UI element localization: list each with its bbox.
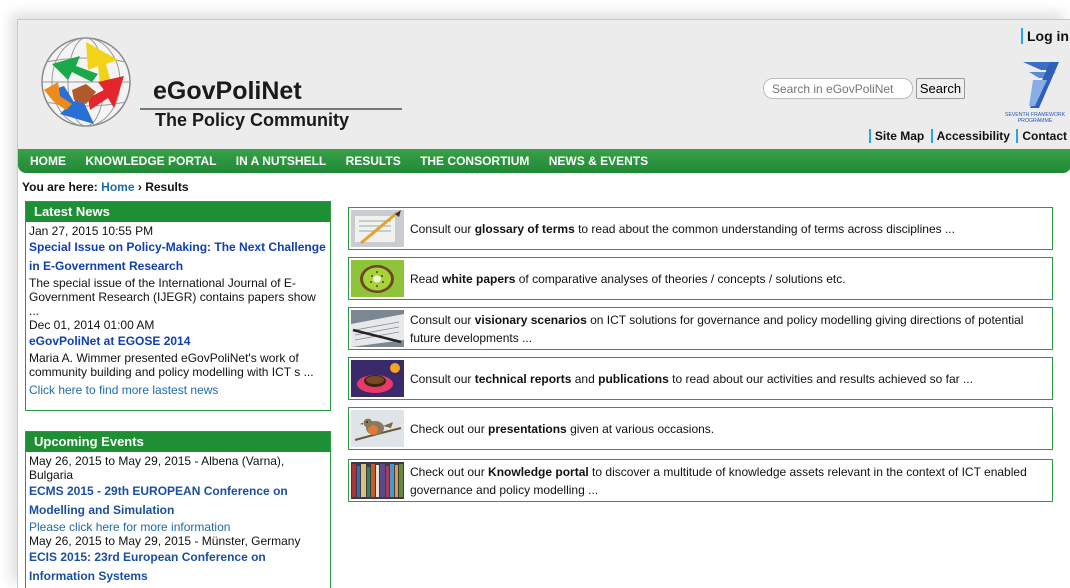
result-row-glossary[interactable]: Consult our glossary of terms to read ab… bbox=[348, 207, 1053, 250]
kiwi-thumb bbox=[351, 260, 404, 297]
latest-news-heading: Latest News bbox=[26, 202, 330, 222]
publications-link[interactable]: publications bbox=[598, 372, 669, 386]
event-title-link[interactable]: ECMS 2015 - 29th EUROPEAN Conference on … bbox=[29, 482, 327, 520]
site-header: eGovPoliNet The Policy Community Log in … bbox=[18, 20, 1070, 149]
latest-news-box: Latest News Jan 27, 2015 10:55 PM Specia… bbox=[25, 201, 331, 411]
result-text: Consult our technical reports and public… bbox=[410, 371, 973, 386]
event-title-link[interactable]: ECIS 2015: 23rd European Conference on I… bbox=[29, 548, 327, 586]
result-text: Consult our glossary of terms to read ab… bbox=[410, 221, 955, 236]
technical-reports-link[interactable]: technical reports bbox=[475, 372, 572, 386]
breadcrumb-prefix: You are here: bbox=[22, 180, 98, 194]
knowledge-portal-link[interactable]: Knowledge portal bbox=[488, 465, 589, 479]
news-text: Maria A. Wimmer presented eGovPoliNet's … bbox=[29, 351, 314, 379]
news-text: The special issue of the International J… bbox=[29, 276, 316, 318]
main-nav: HOME KNOWLEDGE PORTAL IN A NUTSHELL RESU… bbox=[18, 149, 1070, 173]
event-date-place: May 26, 2015 to May 29, 2015 - Münster, … bbox=[29, 534, 301, 548]
white-papers-link[interactable]: white papers bbox=[442, 272, 515, 286]
pen-paper-thumb bbox=[351, 310, 404, 347]
presentations-link[interactable]: presentations bbox=[488, 422, 567, 436]
result-text: Check out our Knowledge portal to discov… bbox=[410, 464, 1027, 497]
upcoming-events-box: Upcoming Events May 26, 2015 to May 29, … bbox=[25, 431, 331, 588]
coffee-thumb bbox=[351, 360, 404, 397]
glossary-link[interactable]: glossary of terms bbox=[475, 222, 575, 236]
breadcrumb: You are here: Home › Results bbox=[22, 180, 189, 194]
login-link[interactable]: Log in bbox=[1021, 28, 1069, 44]
nav-home[interactable]: HOME bbox=[30, 149, 66, 173]
result-row-scenarios[interactable]: Consult our visionary scenarios on ICT s… bbox=[348, 307, 1053, 350]
nav-in-a-nutshell[interactable]: IN A NUTSHELL bbox=[236, 149, 326, 173]
result-row-reports[interactable]: Consult our technical reports and public… bbox=[348, 357, 1053, 400]
utility-links: Site Map Accessibility Contact bbox=[866, 129, 1067, 143]
upcoming-events-body: May 26, 2015 to May 29, 2015 - Albena (V… bbox=[26, 452, 330, 588]
site-title[interactable]: eGovPoliNet bbox=[153, 77, 302, 106]
fp7-logo-icon[interactable]: SEVENTH FRAMEWORK PROGRAMME bbox=[1003, 58, 1067, 126]
svg-text:PROGRAMME: PROGRAMME bbox=[1018, 118, 1053, 124]
news-date: Dec 01, 2014 01:00 AM bbox=[29, 318, 155, 332]
result-text: Check out our presentations given at var… bbox=[410, 421, 715, 436]
bird-thumb bbox=[351, 410, 404, 447]
nav-results[interactable]: RESULTS bbox=[346, 149, 401, 173]
news-date: Jan 27, 2015 10:55 PM bbox=[29, 224, 154, 238]
event-info-link[interactable]: Please click here for more information bbox=[29, 520, 327, 534]
books-thumb bbox=[351, 462, 404, 499]
search-button[interactable]: Search bbox=[916, 78, 965, 99]
browser-page: eGovPoliNet The Policy Community Log in … bbox=[17, 19, 1070, 588]
search-input[interactable] bbox=[763, 78, 913, 99]
contact-link[interactable]: Contact bbox=[1016, 129, 1067, 143]
breadcrumb-home-link[interactable]: Home bbox=[101, 180, 134, 194]
latest-news-body: Jan 27, 2015 10:55 PM Special Issue on P… bbox=[26, 222, 330, 401]
news-title-link[interactable]: Special Issue on Policy-Making: The Next… bbox=[29, 238, 327, 276]
upcoming-events-heading: Upcoming Events bbox=[26, 432, 330, 452]
glossary-thumb bbox=[351, 210, 404, 247]
result-row-presentations[interactable]: Check out our presentations given at var… bbox=[348, 407, 1053, 450]
site-subtitle: The Policy Community bbox=[155, 110, 350, 130]
breadcrumb-separator: › bbox=[137, 180, 142, 194]
event-date-place: May 26, 2015 to May 29, 2015 - Albena (V… bbox=[29, 454, 285, 482]
nav-knowledge-portal[interactable]: KNOWLEDGE PORTAL bbox=[85, 149, 216, 173]
result-text: Consult our visionary scenarios on ICT s… bbox=[410, 312, 1024, 345]
site-map-link[interactable]: Site Map bbox=[868, 129, 925, 143]
news-title-link[interactable]: eGovPoliNet at EGOSE 2014 bbox=[29, 332, 327, 351]
result-row-knowledge-portal[interactable]: Check out our Knowledge portal to discov… bbox=[348, 459, 1053, 502]
nav-the-consortium[interactable]: THE CONSORTIUM bbox=[420, 149, 529, 173]
more-news-link[interactable]: Click here to find more lastest news bbox=[29, 383, 327, 397]
accessibility-link[interactable]: Accessibility bbox=[930, 129, 1010, 143]
result-text: Read white papers of comparative analyse… bbox=[410, 271, 846, 286]
breadcrumb-current: Results bbox=[145, 180, 189, 194]
result-row-white-papers[interactable]: Read white papers of comparative analyse… bbox=[348, 257, 1053, 300]
globe-logo-icon[interactable] bbox=[38, 34, 138, 130]
nav-news-events[interactable]: NEWS & EVENTS bbox=[549, 149, 648, 173]
visionary-scenarios-link[interactable]: visionary scenarios bbox=[475, 313, 587, 327]
